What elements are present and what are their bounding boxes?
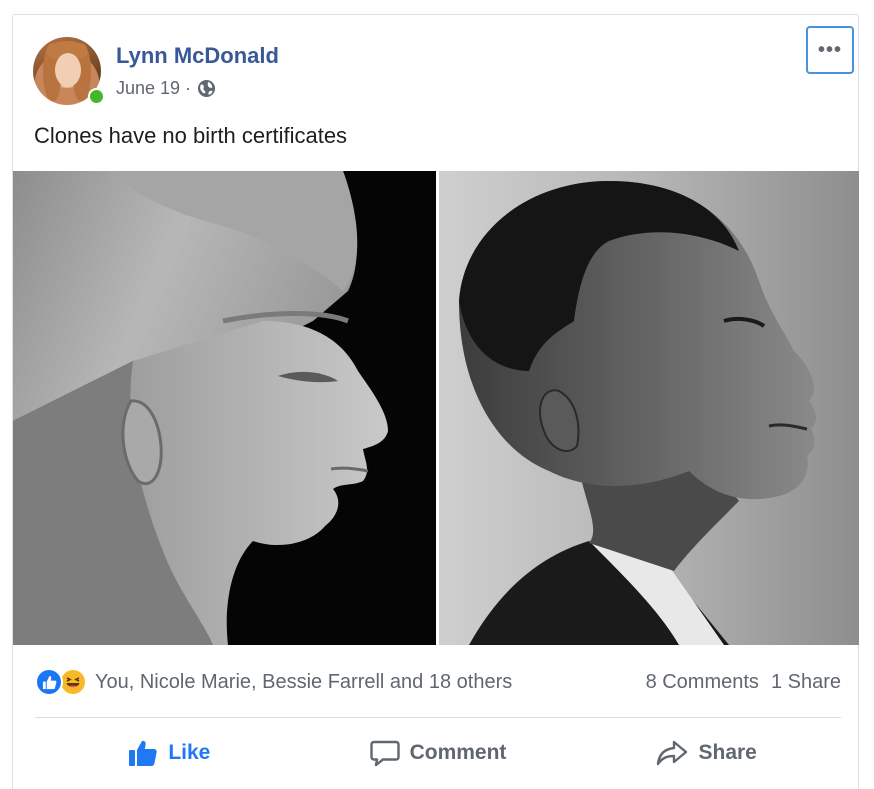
engagement-counts: 8 Comments 1 Share (646, 671, 841, 694)
reaction-names-link[interactable]: You, Nicole Marie, Bessie Farrell and 18… (95, 671, 512, 694)
post-text: Clones have no birth certificates (34, 123, 348, 148)
man-profile-image (439, 171, 859, 645)
share-button-label: Share (698, 741, 757, 764)
haha-reaction-icon (59, 668, 87, 696)
comment-icon (369, 740, 400, 767)
thumbs-up-icon (129, 740, 157, 766)
post-header: Lynn McDonald June 19 · ••• (13, 15, 858, 115)
globe-icon[interactable] (197, 79, 216, 98)
reaction-icons[interactable] (35, 668, 87, 696)
like-button[interactable]: Like (35, 727, 304, 779)
comment-button[interactable]: Comment (304, 727, 573, 779)
post-image[interactable] (13, 171, 859, 645)
statue-profile-image (13, 171, 436, 645)
post-meta: June 19 · (116, 78, 216, 99)
post-date-link[interactable]: June 19 · (116, 78, 191, 99)
divider (35, 717, 841, 718)
share-button[interactable]: Share (572, 727, 841, 779)
post-card: Lynn McDonald June 19 · ••• Clones have … (12, 14, 859, 789)
shares-count-link[interactable]: 1 Share (771, 671, 841, 694)
more-options-button[interactable]: ••• (806, 26, 854, 74)
comments-count-link[interactable]: 8 Comments (646, 671, 759, 694)
more-options-icon: ••• (817, 39, 842, 61)
author-name-link[interactable]: Lynn McDonald (116, 43, 279, 69)
like-reaction-icon (35, 668, 63, 696)
comment-button-label: Comment (409, 741, 507, 764)
share-icon (657, 740, 688, 766)
online-status-icon (88, 88, 105, 105)
reactions-bar: You, Nicole Marie, Bessie Farrell and 18… (35, 665, 841, 699)
like-button-label: Like (168, 741, 211, 764)
action-bar: Like Comment Share (35, 727, 841, 779)
avatar-face (55, 53, 81, 87)
